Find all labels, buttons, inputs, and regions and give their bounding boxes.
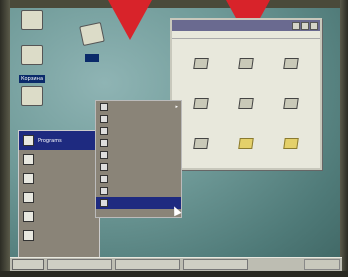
program-icon (100, 151, 108, 159)
program-icon (100, 175, 108, 183)
maximize-button[interactable] (301, 22, 309, 30)
bezel-bottom (0, 271, 348, 277)
submenu-item[interactable] (96, 125, 181, 137)
shortcut-icon (79, 21, 105, 47)
settings-icon (23, 173, 34, 184)
bezel-left (0, 0, 10, 277)
my-computer-icon (21, 10, 43, 30)
close-button[interactable] (310, 22, 318, 30)
start-button[interactable] (12, 259, 44, 270)
program-icon (100, 115, 108, 123)
submenu-item[interactable]: ▸ (96, 101, 181, 113)
desktop-screen: Корзина Programs ▸ (0, 0, 348, 277)
minimize-button[interactable] (292, 22, 300, 30)
drive-icon (192, 57, 209, 69)
window-item[interactable] (269, 43, 314, 83)
recycle-bin-icon (21, 45, 43, 65)
taskbar-button[interactable] (115, 259, 180, 270)
network-icon (21, 86, 43, 106)
window-item[interactable] (178, 43, 223, 83)
start-menu-item[interactable] (19, 169, 99, 188)
window-item[interactable] (269, 123, 314, 163)
submenu-item[interactable] (96, 161, 181, 173)
taskbar-button[interactable] (47, 259, 112, 270)
window-item[interactable] (178, 123, 223, 163)
programs-icon (23, 135, 34, 146)
start-menu: Programs (18, 130, 100, 262)
red-arrow-left (108, 0, 152, 40)
window-item[interactable] (223, 43, 268, 83)
program-icon (100, 199, 108, 207)
program-icon (100, 163, 108, 171)
window-item[interactable] (178, 83, 223, 123)
program-icon (100, 127, 108, 135)
taskbar (10, 257, 342, 271)
start-menu-item[interactable] (19, 207, 99, 226)
recycle-bin-label: Корзина (18, 75, 46, 83)
start-menu-item[interactable] (19, 226, 99, 245)
program-icon (192, 137, 209, 149)
run-icon (23, 230, 34, 241)
start-menu-item[interactable] (19, 188, 99, 207)
help-icon (23, 211, 34, 222)
programs-submenu: ▸ (95, 100, 182, 218)
start-menu-item[interactable] (19, 150, 99, 169)
window-item[interactable] (269, 83, 314, 123)
shortcut-label (85, 54, 99, 62)
drive-icon (283, 57, 300, 69)
submenu-item[interactable] (96, 173, 181, 185)
taskbar-button[interactable] (183, 259, 248, 270)
chevron-right-icon: ▸ (175, 104, 178, 110)
printer-icon (283, 97, 300, 109)
printer-icon (238, 97, 254, 109)
program-icon (100, 103, 108, 111)
start-menu-label: Programs (38, 137, 62, 144)
desktop-icon-network[interactable] (12, 86, 52, 106)
program-icon (100, 187, 108, 195)
search-icon (23, 192, 34, 203)
submenu-item[interactable] (96, 113, 181, 125)
window-titlebar[interactable] (172, 20, 320, 31)
submenu-item[interactable] (96, 149, 181, 161)
window-icon-grid (172, 39, 320, 167)
program-icon (100, 139, 108, 147)
folder-icon (283, 137, 300, 149)
start-menu-item-programs[interactable]: Programs (19, 131, 99, 150)
documents-icon (23, 154, 34, 165)
window-controls (291, 22, 318, 35)
submenu-item[interactable] (96, 137, 181, 149)
bezel-top (0, 0, 348, 8)
desktop-icon-my-computer[interactable] (12, 10, 52, 30)
system-tray (304, 259, 340, 270)
submenu-item-selected[interactable] (96, 197, 181, 209)
control-panel-icon (192, 97, 209, 109)
explorer-window[interactable] (170, 18, 322, 170)
submenu-item[interactable] (96, 185, 181, 197)
folder-icon (238, 137, 254, 149)
desktop-icon-shortcut[interactable] (72, 21, 112, 63)
window-item[interactable] (223, 83, 268, 123)
drive-icon (238, 57, 254, 69)
bezel-right (340, 0, 348, 277)
desktop-icon-recycle-bin[interactable]: Корзина (12, 45, 52, 84)
window-item[interactable] (223, 123, 268, 163)
